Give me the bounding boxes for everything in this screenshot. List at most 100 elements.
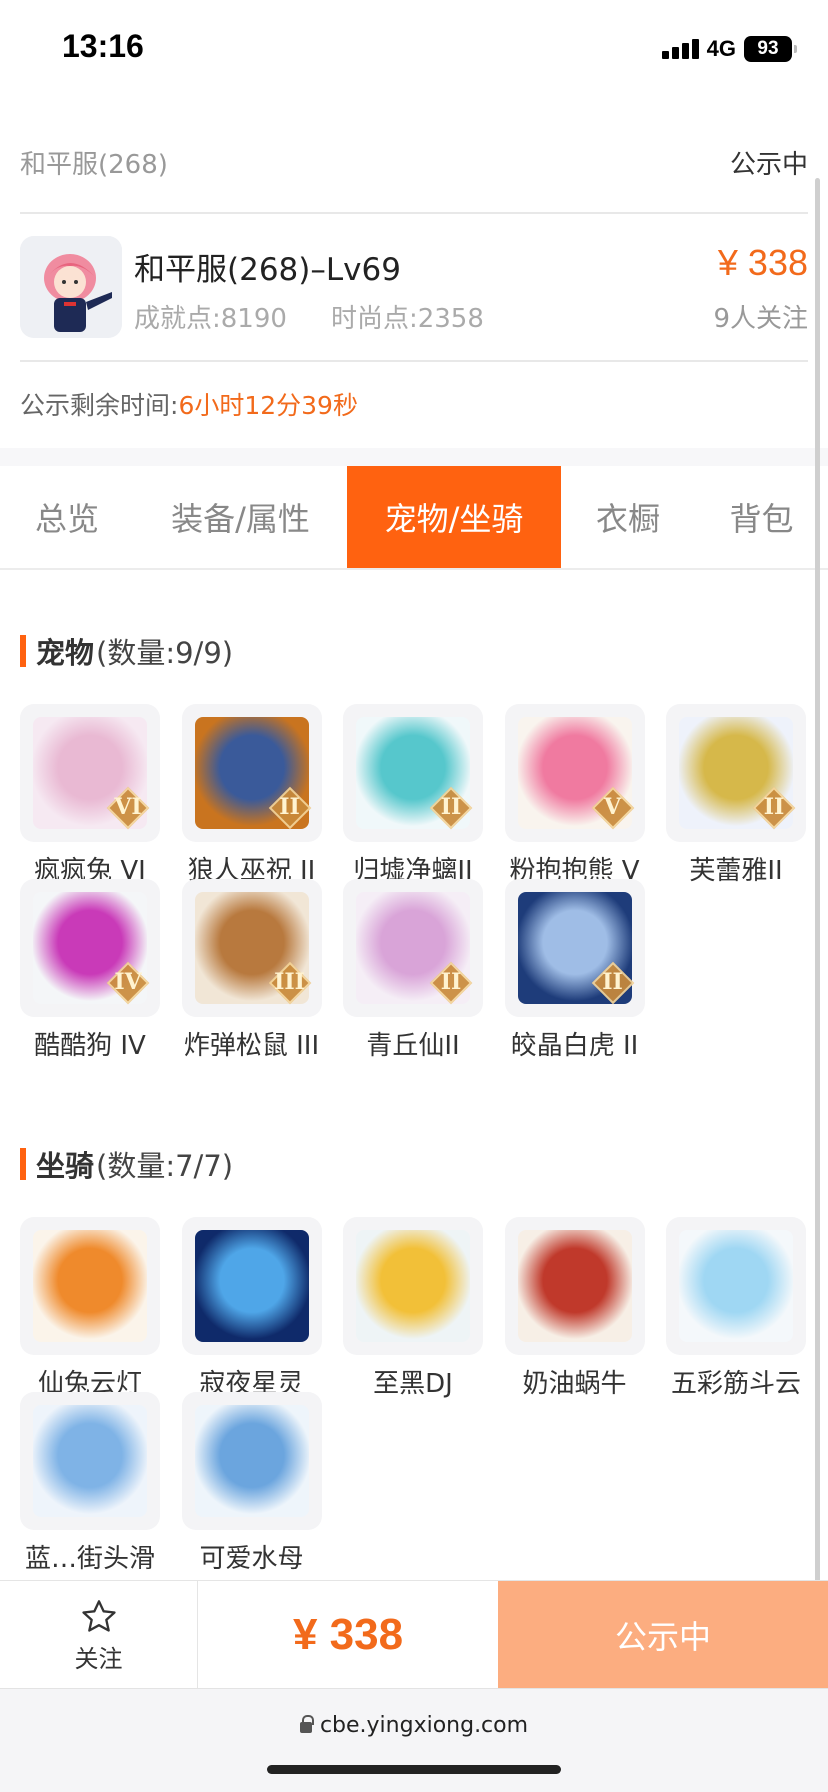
remaining-time-value: 6小时12分39秒	[178, 391, 358, 420]
mount-card[interactable]: 仙兔云灯	[20, 1217, 160, 1417]
listing-price: ¥ 338	[717, 242, 808, 283]
listing-status: 公示中	[729, 149, 808, 180]
cloud-icon	[679, 1230, 793, 1342]
home-indicator[interactable]	[267, 1765, 561, 1774]
section-accent-bar	[20, 635, 26, 667]
server-row: 和平服(268) 公示中	[20, 140, 808, 184]
pet-card[interactable]: II 归墟净螭II	[343, 704, 483, 904]
pet-card[interactable]: II 青丘仙II	[343, 879, 483, 1079]
pet-card[interactable]: II 狼人巫祝 II	[181, 704, 322, 904]
grade-badge-text: II	[440, 969, 462, 995]
item-thumbnail	[343, 1217, 483, 1355]
mount-card[interactable]: 五彩筋斗云	[666, 1217, 806, 1417]
item-thumbnail	[20, 1217, 160, 1355]
pets-section-title: 宠物 (数量:9/9)	[20, 630, 233, 672]
mount-card[interactable]: 可爱水母	[181, 1392, 322, 1577]
remaining-time: 公示剩余时间:6小时12分39秒	[20, 386, 358, 422]
jellyfish-icon	[194, 1405, 309, 1517]
item-thumbnail: III	[181, 879, 322, 1017]
scrollbar[interactable]	[815, 178, 820, 1598]
url-text: cbe.yingxiong.com	[319, 1713, 529, 1738]
item-thumbnail: IV	[20, 879, 160, 1017]
mount-card[interactable]: 奶油蜗牛	[504, 1217, 645, 1417]
status-time: 13:16	[62, 28, 144, 64]
divider	[20, 212, 808, 214]
item-thumbnail	[181, 1217, 322, 1355]
mounts-count: (数量:7/7)	[96, 1149, 234, 1183]
character-stats: 成就点:8190 时尚点:2358	[134, 298, 484, 335]
mounts-title: 坐骑	[36, 1149, 95, 1183]
mount-card[interactable]: 至黑DJ	[343, 1217, 483, 1417]
item-thumbnail: II	[343, 704, 483, 842]
pet-card[interactable]: II 皎晶白虎 II	[504, 879, 645, 1079]
bottom-action-bar: 关注 ¥ 338 公示中	[0, 1580, 828, 1689]
item-name: 酷酷狗 IV	[34, 1031, 146, 1061]
mounts-grid: 仙兔云灯 寂夜星灵至黑DJ 奶油蜗牛 五彩筋斗云蓝…街头滑 可爱水母	[20, 1217, 810, 1577]
grade-badge-text: IV	[114, 969, 142, 995]
url-display[interactable]: cbe.yingxiong.com	[0, 1713, 828, 1738]
item-name: 芙蕾雅II	[689, 856, 783, 886]
divider	[20, 360, 808, 362]
grade-badge-text: V	[603, 794, 622, 820]
grade-badge-icon: II	[429, 786, 473, 830]
battery-level: 93	[757, 38, 779, 59]
grade-badge-icon: IV	[106, 961, 150, 1005]
status-bar: 13:16 4G 93	[0, 0, 828, 100]
night-star-deer-icon	[194, 1230, 309, 1342]
tab-overview[interactable]: 总览	[0, 466, 134, 568]
grade-badge-icon: VI	[106, 786, 150, 830]
publicity-button[interactable]: 公示中	[498, 1581, 828, 1689]
pet-card[interactable]: VI 疯疯兔 VI	[20, 704, 160, 904]
browser-address-bar[interactable]: cbe.yingxiong.com	[0, 1688, 828, 1792]
item-thumbnail	[20, 1392, 160, 1530]
tab-equipment-attributes[interactable]: 装备/属性	[134, 466, 347, 568]
follow-button[interactable]: 关注	[0, 1581, 198, 1689]
achievement-points: 成就点:8190	[134, 304, 287, 334]
item-name: 奶油蜗牛	[522, 1369, 627, 1399]
pets-grid: VI 疯疯兔 VI II 狼人巫祝 II II 归墟净螭II V 粉抱抱熊 V II 芙蕾雅II I…	[20, 704, 810, 1104]
pet-card[interactable]: V 粉抱抱熊 V	[504, 704, 645, 904]
item-name: 蓝…街头滑	[24, 1544, 155, 1574]
tab-bar: 总览 装备/属性 宠物/坐骑 衣橱 背包	[0, 466, 828, 570]
rabbit-lantern-icon	[33, 1230, 147, 1342]
fashion-points: 时尚点:2358	[330, 304, 484, 334]
character-name: 和平服(268)–Lv69	[134, 252, 401, 288]
section-spacer	[0, 448, 828, 466]
pets-count: (数量:9/9)	[96, 636, 234, 670]
bottom-price: ¥ 338	[292, 1610, 404, 1659]
grade-badge-text: VI	[114, 794, 142, 820]
item-thumbnail: II	[504, 879, 645, 1017]
grade-badge-icon: II	[268, 786, 311, 830]
grade-badge-icon: II	[429, 961, 473, 1005]
item-name: 可爱水母	[199, 1544, 304, 1574]
item-thumbnail: V	[504, 704, 645, 842]
tab-pets-mounts[interactable]: 宠物/坐骑	[347, 466, 561, 568]
signal-icon	[661, 39, 699, 59]
star-icon	[81, 1599, 116, 1632]
mount-card[interactable]: 蓝…街头滑	[20, 1392, 160, 1577]
mount-card[interactable]: 寂夜星灵	[181, 1217, 322, 1417]
item-name: 至黑DJ	[373, 1369, 453, 1399]
status-indicators: 4G 93	[661, 36, 797, 62]
section-accent-bar	[20, 1148, 26, 1180]
skateboard-icon	[33, 1405, 147, 1517]
pet-card[interactable]: II 芙蕾雅II	[666, 704, 806, 904]
grade-badge-text: II	[763, 794, 785, 820]
tab-backpack[interactable]: 背包	[695, 466, 828, 568]
item-thumbnail: II	[181, 704, 322, 842]
lock-icon	[299, 1715, 314, 1733]
mounts-section-title: 坐骑 (数量:7/7)	[20, 1143, 233, 1185]
cream-snail-icon	[517, 1230, 632, 1342]
pet-card[interactable]: IV 酷酷狗 IV	[20, 879, 160, 1079]
character-summary[interactable]: 和平服(268)–Lv69 成就点:8190 时尚点:2358 ¥ 338 9人…	[20, 236, 808, 340]
grade-badge-icon: III	[268, 961, 311, 1005]
item-name: 五彩筋斗云	[670, 1369, 801, 1399]
grade-badge-icon: II	[591, 961, 634, 1005]
item-thumbnail	[666, 1217, 806, 1355]
item-thumbnail: II	[343, 879, 483, 1017]
remaining-time-label: 公示剩余时间:	[20, 391, 179, 420]
item-name: 皎晶白虎 II	[510, 1031, 639, 1061]
pet-card[interactable]: III 炸弹松鼠 III	[181, 879, 322, 1079]
tab-wardrobe[interactable]: 衣橱	[561, 466, 695, 568]
character-avatar	[20, 236, 122, 338]
